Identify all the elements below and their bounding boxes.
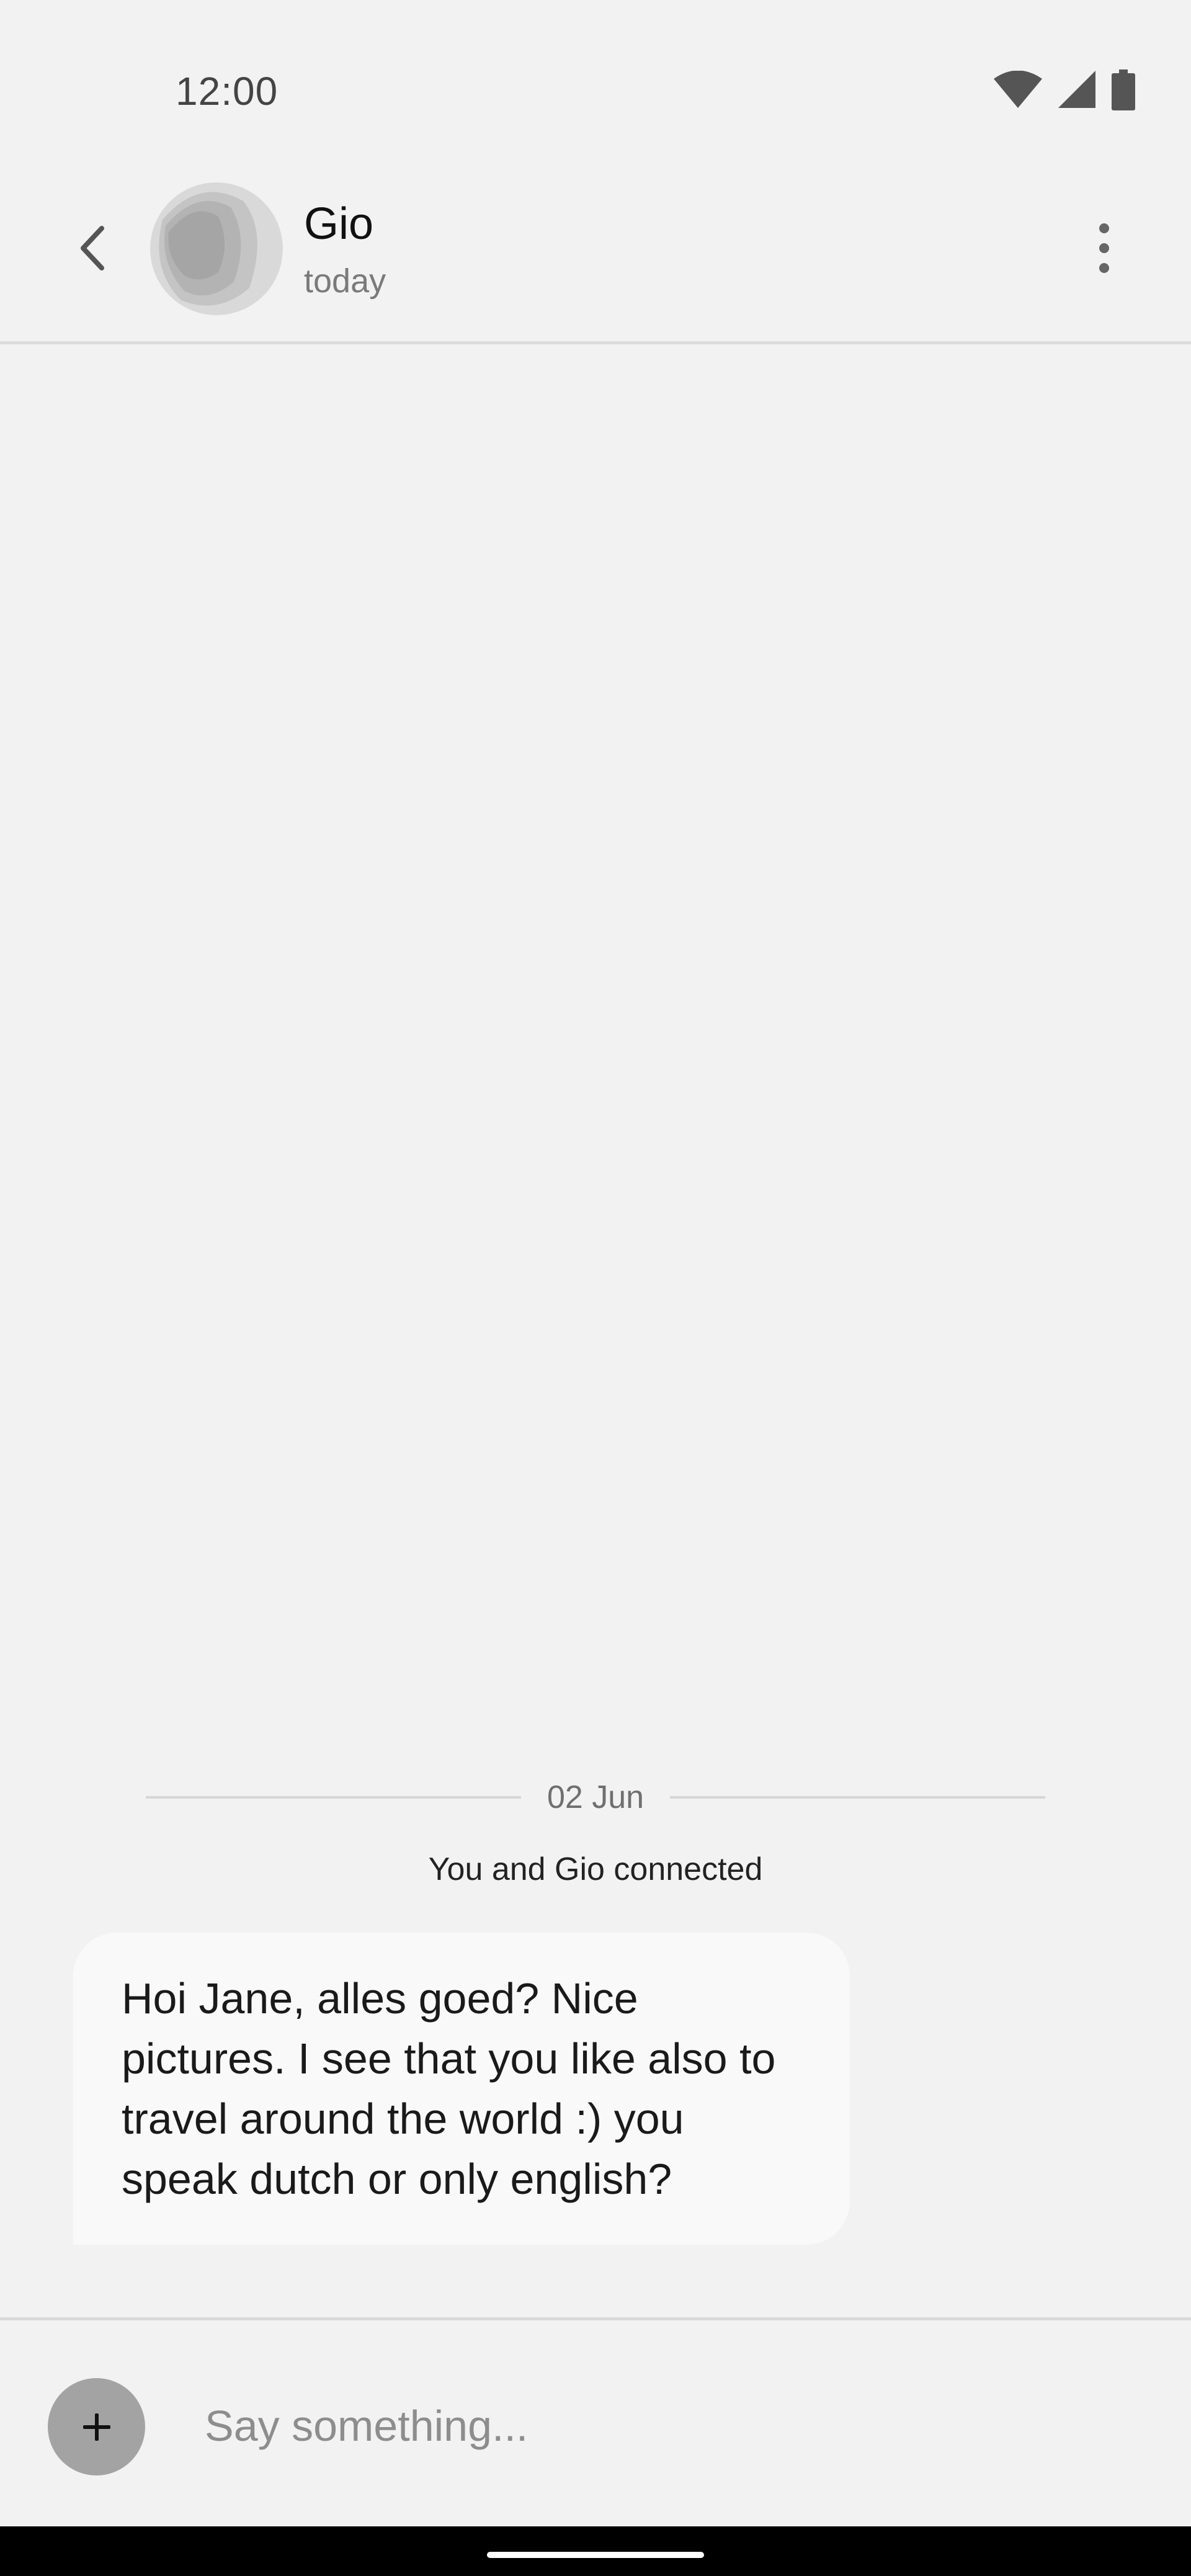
system-message: You and Gio connected bbox=[428, 1851, 763, 1887]
status-bar: 12:00 bbox=[0, 0, 1191, 161]
more-vertical-icon-dot bbox=[1099, 263, 1109, 273]
contact-last-seen: today bbox=[304, 262, 386, 300]
message-text: Hoi Jane, alles goed? Nice pictures. I s… bbox=[122, 1974, 776, 2203]
avatar[interactable] bbox=[150, 182, 283, 315]
message-input[interactable] bbox=[205, 2389, 1104, 2463]
cellular-signal-icon bbox=[1058, 71, 1095, 108]
chat-screen: 12:00 Gio today 02 Jun You and Gio conne… bbox=[0, 0, 1191, 2576]
add-attachment-button[interactable] bbox=[48, 2378, 145, 2475]
plus-icon bbox=[83, 2413, 110, 2441]
home-indicator[interactable] bbox=[487, 2552, 704, 2558]
divider bbox=[670, 1796, 1046, 1799]
date-separator: 02 Jun bbox=[146, 1776, 1046, 1819]
status-time: 12:00 bbox=[176, 69, 279, 114]
message-composer bbox=[0, 2317, 1191, 2526]
more-options-button[interactable] bbox=[1086, 217, 1123, 279]
more-vertical-icon-dot bbox=[1099, 243, 1109, 253]
avatar-placeholder-icon bbox=[150, 182, 283, 315]
chat-header: Gio today bbox=[0, 161, 1191, 344]
back-button[interactable] bbox=[62, 217, 124, 279]
contact-name[interactable]: Gio bbox=[304, 199, 373, 249]
divider bbox=[146, 1796, 521, 1799]
more-vertical-icon-dot bbox=[1099, 223, 1109, 233]
date-label: 02 Jun bbox=[546, 1779, 645, 1815]
incoming-message-bubble[interactable]: Hoi Jane, alles goed? Nice pictures. I s… bbox=[73, 1933, 850, 2245]
battery-icon bbox=[1112, 69, 1135, 110]
status-icons bbox=[994, 69, 1135, 110]
chevron-left-icon bbox=[81, 226, 104, 271]
system-navigation-bar bbox=[0, 2526, 1191, 2576]
wifi-icon bbox=[994, 71, 1042, 108]
